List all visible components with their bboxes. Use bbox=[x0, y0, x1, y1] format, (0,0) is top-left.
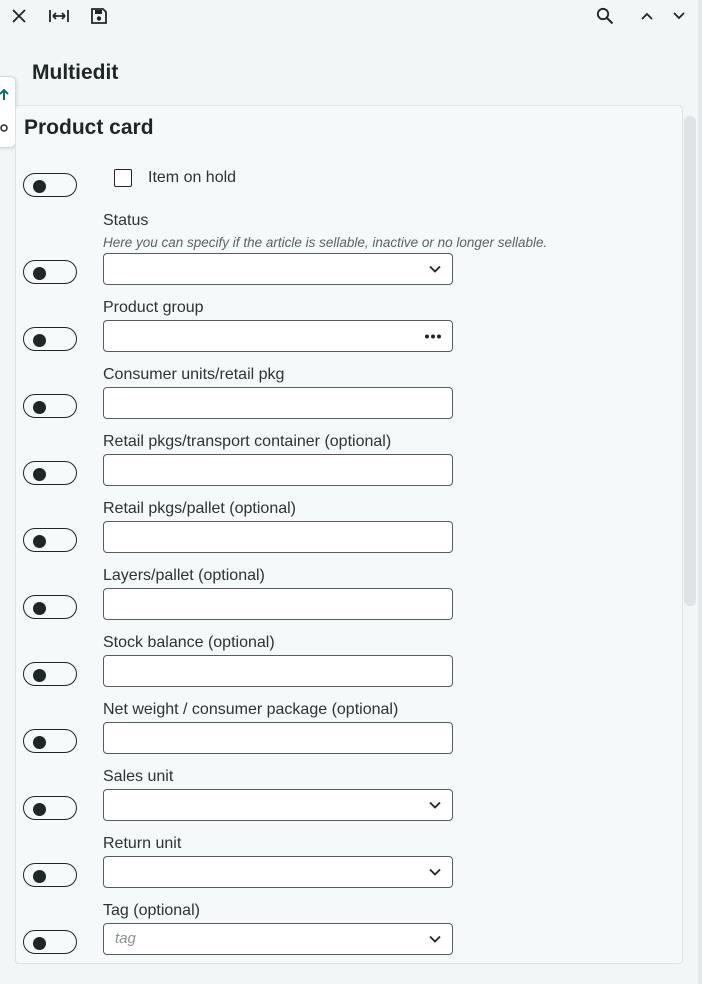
stock-balance-label: Stock balance (optional) bbox=[103, 634, 275, 651]
toggle-knob bbox=[33, 400, 46, 414]
consumer-units-input[interactable] bbox=[103, 387, 453, 419]
tag-label: Tag (optional) bbox=[103, 902, 200, 919]
fit-width-button[interactable] bbox=[47, 4, 71, 28]
toggle-knob bbox=[33, 333, 46, 347]
toggle-retail-pkgs-pallet[interactable] bbox=[23, 528, 77, 552]
chevron-down-icon bbox=[673, 12, 685, 20]
fit-width-icon bbox=[49, 10, 69, 22]
toggle-item-on-hold[interactable] bbox=[23, 173, 77, 197]
toggle-knob bbox=[33, 467, 46, 481]
save-icon bbox=[91, 8, 107, 24]
card-title: Product card bbox=[24, 116, 154, 139]
toggle-consumer-units[interactable] bbox=[23, 394, 77, 418]
product-group-lookup[interactable] bbox=[103, 320, 453, 352]
link-icon bbox=[0, 124, 8, 132]
tag-select[interactable]: tag bbox=[103, 923, 453, 955]
toggle-knob bbox=[33, 266, 46, 280]
search-icon bbox=[596, 7, 614, 25]
toggle-knob bbox=[33, 735, 46, 749]
side-panel-tab[interactable] bbox=[0, 76, 16, 148]
layers-pallet-label: Layers/pallet (optional) bbox=[103, 567, 265, 584]
chevron-down-icon bbox=[429, 801, 441, 809]
return-unit-label: Return unit bbox=[103, 835, 182, 852]
toolbar bbox=[0, 0, 698, 34]
net-weight-label: Net weight / consumer package (optional) bbox=[103, 701, 399, 718]
consumer-units-label: Consumer units/retail pkg bbox=[103, 366, 285, 383]
toggle-product-group[interactable] bbox=[23, 327, 77, 351]
close-icon bbox=[12, 9, 26, 23]
toggle-stock-balance[interactable] bbox=[23, 662, 77, 686]
return-unit-select[interactable] bbox=[103, 856, 453, 888]
retail-pkgs-transport-input[interactable] bbox=[103, 454, 453, 486]
toggle-net-weight[interactable] bbox=[23, 729, 77, 753]
window-edge bbox=[698, 0, 702, 984]
arrow-up-icon bbox=[0, 89, 9, 100]
search-button[interactable] bbox=[593, 4, 617, 28]
page-title: Multiedit bbox=[32, 61, 119, 84]
sales-unit-label: Sales unit bbox=[103, 768, 174, 785]
retail-pkgs-pallet-input[interactable] bbox=[103, 521, 453, 553]
previous-button[interactable] bbox=[635, 4, 659, 28]
chevron-up-icon bbox=[641, 12, 653, 20]
toggle-tag[interactable] bbox=[23, 930, 77, 954]
chevron-down-icon bbox=[429, 265, 441, 273]
toggle-retail-pkgs-transport[interactable] bbox=[23, 461, 77, 485]
toggle-sales-unit[interactable] bbox=[23, 796, 77, 820]
toggle-knob bbox=[33, 668, 46, 682]
product-group-label: Product group bbox=[103, 299, 204, 316]
chevron-down-icon bbox=[429, 868, 441, 876]
save-button[interactable] bbox=[87, 4, 111, 28]
toggle-knob bbox=[33, 869, 46, 883]
close-button[interactable] bbox=[7, 4, 31, 28]
item-on-hold-checkbox[interactable] bbox=[114, 169, 132, 187]
sales-unit-select[interactable] bbox=[103, 789, 453, 821]
toggle-return-unit[interactable] bbox=[23, 863, 77, 887]
status-label: Status bbox=[103, 212, 149, 229]
item-on-hold-label: Item on hold bbox=[148, 169, 237, 186]
scrollbar-thumb[interactable] bbox=[684, 116, 696, 606]
net-weight-input[interactable] bbox=[103, 722, 453, 754]
status-select[interactable] bbox=[103, 253, 453, 285]
more-icon[interactable] bbox=[424, 334, 442, 339]
retail-pkgs-transport-label: Retail pkgs/transport container (optiona… bbox=[103, 433, 392, 450]
tag-placeholder: tag bbox=[115, 930, 136, 947]
toggle-layers-pallet[interactable] bbox=[23, 595, 77, 619]
status-hint: Here you can specify if the article is s… bbox=[103, 235, 548, 250]
stock-balance-input[interactable] bbox=[103, 655, 453, 687]
chevron-down-icon bbox=[429, 935, 441, 943]
toggle-status[interactable] bbox=[23, 260, 77, 284]
toggle-knob bbox=[33, 802, 46, 816]
toggle-knob bbox=[33, 601, 46, 615]
layers-pallet-input[interactable] bbox=[103, 588, 453, 620]
retail-pkgs-pallet-label: Retail pkgs/pallet (optional) bbox=[103, 500, 296, 517]
toggle-knob bbox=[33, 936, 46, 950]
next-button[interactable] bbox=[667, 4, 691, 28]
toggle-knob bbox=[33, 534, 46, 548]
toggle-knob bbox=[33, 179, 46, 193]
